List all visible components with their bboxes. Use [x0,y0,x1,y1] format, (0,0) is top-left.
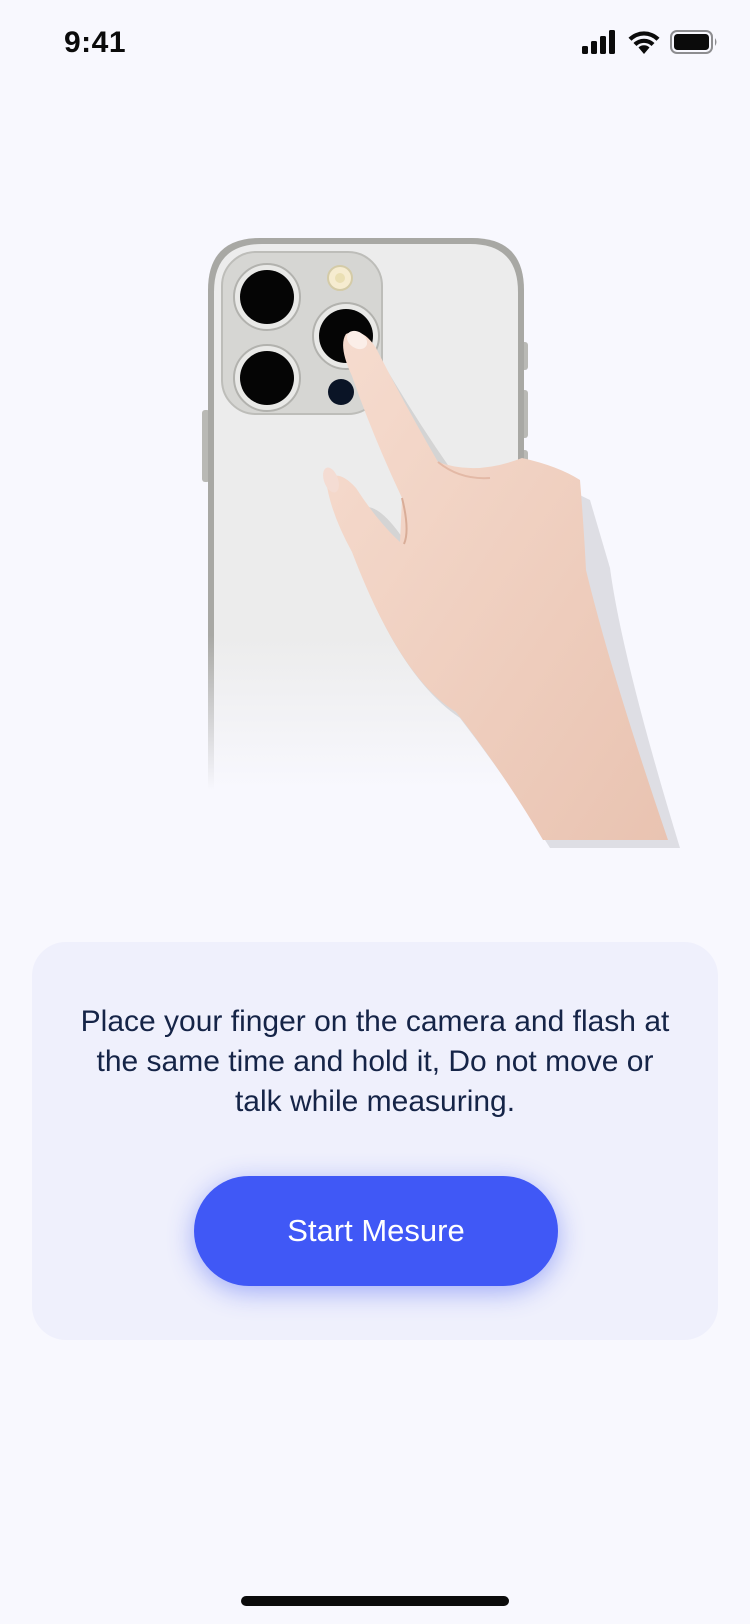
wifi-icon [628,31,660,54]
cellular-signal-icon [582,30,615,54]
phone-finger-illustration [200,230,700,870]
battery-icon [670,30,717,54]
instruction-card: Place your finger on the camera and flas… [32,942,718,1340]
start-measure-button[interactable]: Start Mesure [194,1176,558,1286]
status-icons [582,30,718,54]
status-time: 9:41 [64,26,127,59]
status-bar: 9:41 [0,0,750,90]
home-indicator[interactable] [241,1596,509,1606]
instruction-text: Place your finger on the camera and flas… [80,1005,670,1118]
